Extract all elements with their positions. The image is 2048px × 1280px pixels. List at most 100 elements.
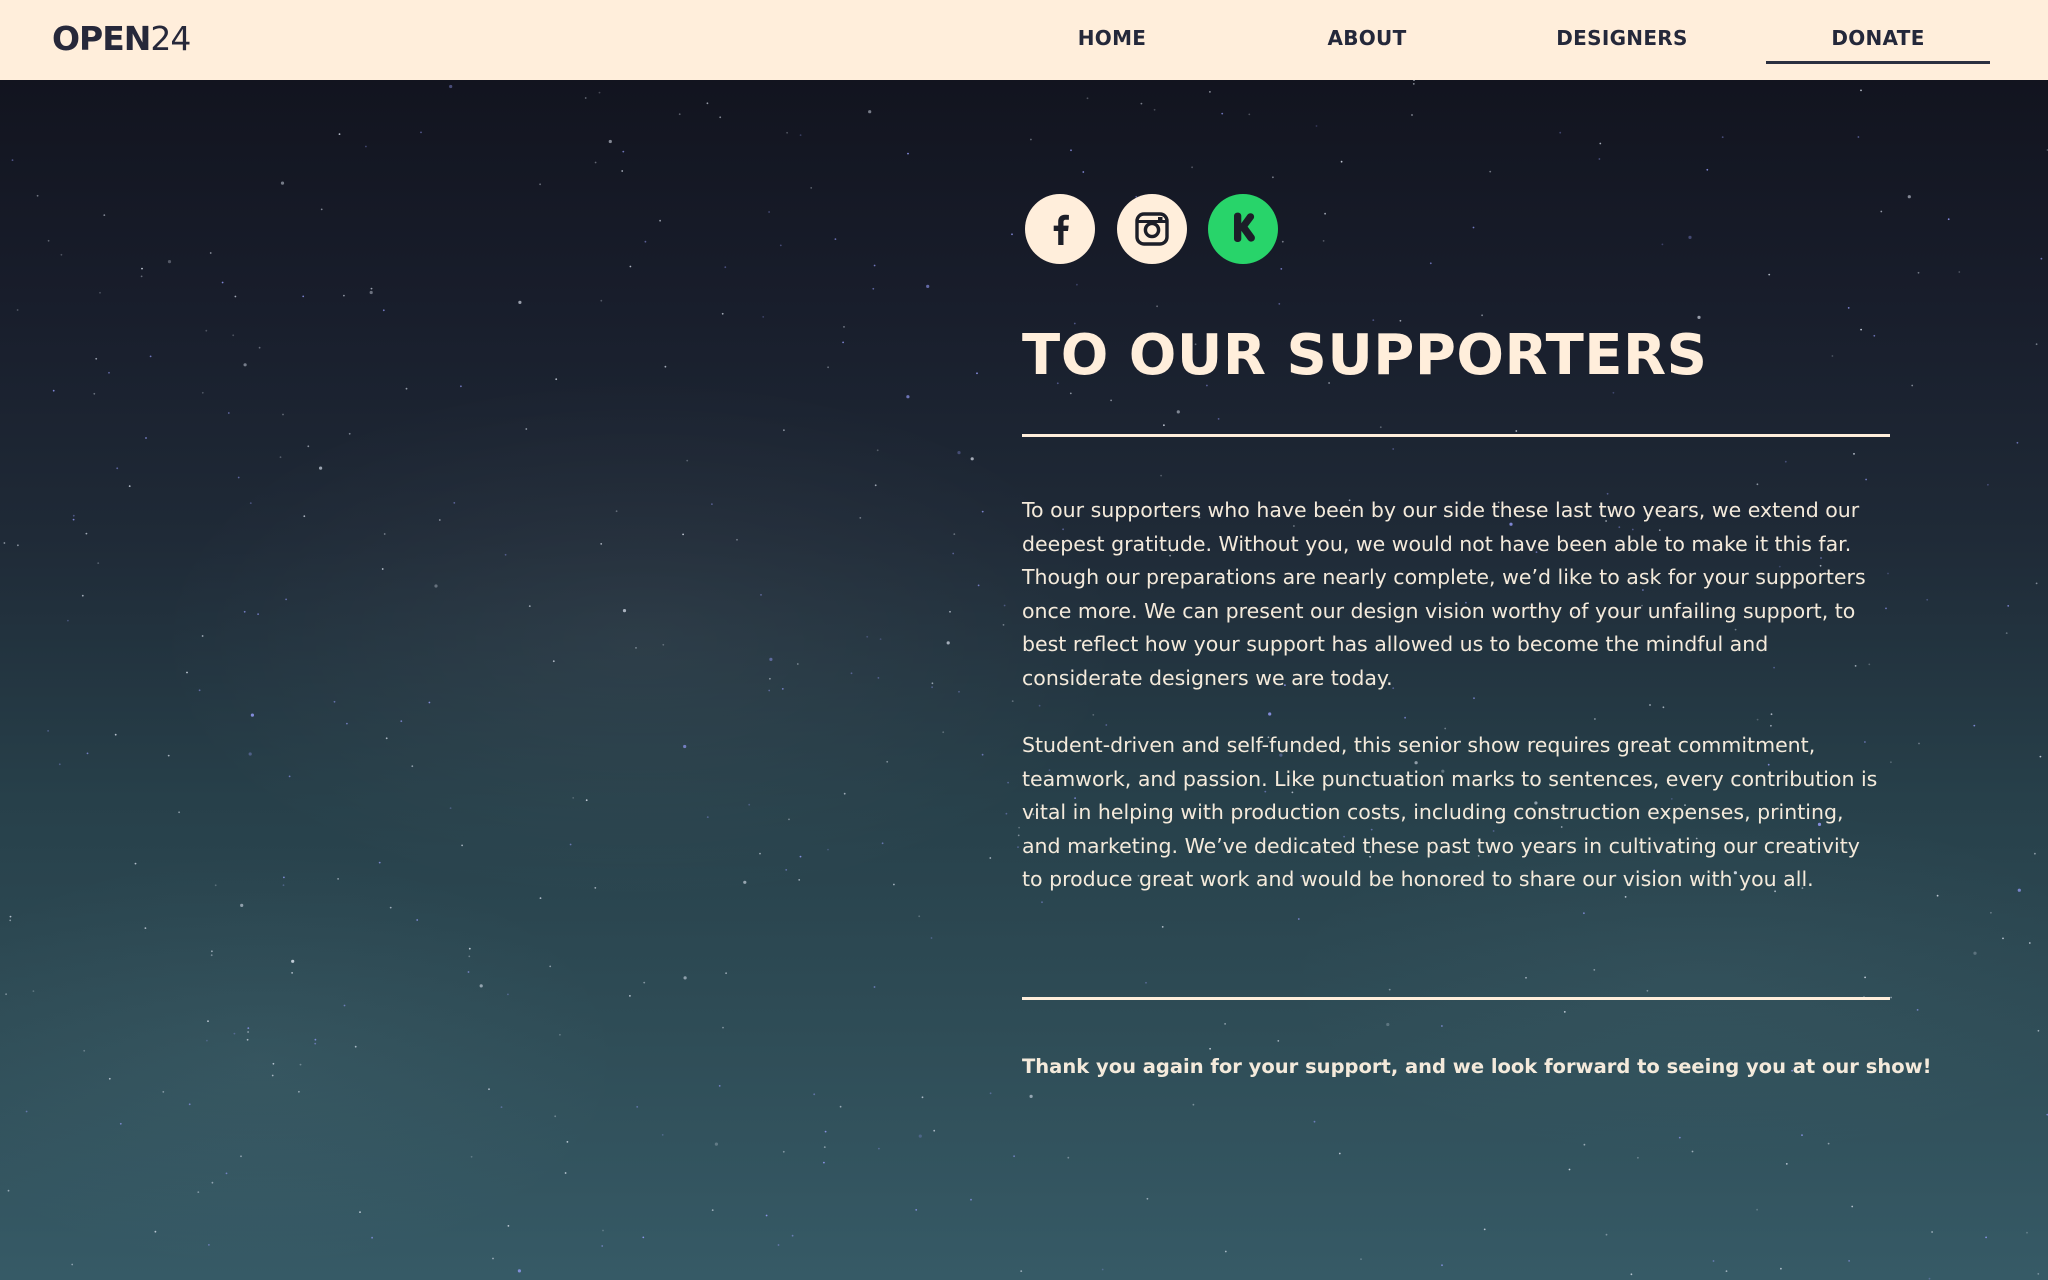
star [52, 389, 55, 392]
star [877, 677, 880, 679]
star [1918, 742, 1920, 745]
star [206, 1039, 208, 1042]
star [572, 797, 575, 799]
star [198, 689, 201, 692]
star [682, 533, 684, 536]
star [338, 133, 341, 135]
star [915, 1209, 918, 1211]
star [918, 915, 921, 918]
star [622, 150, 625, 153]
nav-designers[interactable]: DESIGNERS [1510, 0, 1734, 66]
star [1926, 598, 1929, 601]
star [839, 1105, 842, 1108]
star [1007, 781, 1009, 784]
star [981, 753, 984, 756]
star [721, 312, 724, 315]
star [140, 275, 143, 278]
star [643, 981, 646, 984]
star [843, 326, 845, 328]
star [918, 1134, 922, 1138]
star [949, 610, 951, 613]
facebook-link[interactable] [1025, 194, 1095, 264]
star [635, 647, 637, 649]
instagram-link[interactable] [1117, 194, 1187, 264]
star [1990, 911, 1992, 914]
star [933, 1129, 936, 1132]
star [1987, 483, 1989, 486]
star [359, 1211, 361, 1213]
star [1985, 1236, 1987, 1239]
star [664, 365, 667, 368]
star [686, 459, 689, 462]
star [768, 211, 770, 213]
star [282, 884, 285, 887]
star [823, 1146, 826, 1148]
star [759, 852, 761, 855]
star [594, 887, 597, 889]
star [1018, 826, 1020, 829]
star [876, 449, 879, 452]
bottom-divider [1022, 997, 1890, 1000]
star [416, 919, 419, 921]
star [930, 937, 933, 939]
star [552, 660, 555, 663]
star [178, 811, 181, 814]
star [314, 1038, 317, 1041]
star [2034, 852, 2036, 855]
star [282, 413, 284, 416]
star [438, 519, 441, 521]
star [2039, 755, 2042, 758]
star [874, 484, 877, 487]
star [5, 993, 7, 996]
star [507, 993, 509, 996]
star [823, 1161, 825, 1164]
star [389, 906, 392, 909]
nav-about[interactable]: ABOUT [1255, 0, 1479, 66]
star [827, 366, 829, 369]
star [453, 502, 456, 504]
star [642, 1236, 645, 1239]
star [411, 765, 414, 768]
star [319, 466, 323, 470]
star [145, 437, 147, 439]
nav-donate[interactable]: DONATE [1766, 0, 1990, 66]
star [280, 181, 285, 185]
star [134, 862, 137, 865]
star [931, 682, 934, 685]
star [258, 346, 261, 349]
star [257, 613, 259, 615]
star [314, 1042, 317, 1045]
kickstarter-link[interactable] [1208, 194, 1278, 264]
star [629, 995, 631, 997]
star [470, 1155, 473, 1158]
star [247, 1031, 250, 1033]
star [504, 553, 507, 556]
star [683, 976, 687, 980]
star [1936, 894, 1939, 897]
star [232, 334, 235, 337]
open24-logo[interactable]: OPEN24 [52, 19, 191, 59]
star [468, 955, 471, 958]
star [886, 760, 889, 763]
top-navigation-bar: OPEN24 HOME ABOUT DESIGNERS DONATE [0, 0, 2048, 80]
star [1002, 624, 1005, 626]
star [843, 792, 846, 795]
star [786, 131, 788, 134]
star [782, 1150, 785, 1153]
star [72, 514, 75, 517]
star [555, 378, 558, 381]
page-title: TO OUR SUPPORTERS [1022, 323, 1708, 388]
star [989, 857, 992, 859]
star [779, 244, 782, 247]
star [585, 799, 588, 802]
star [539, 897, 542, 899]
nav-home[interactable]: HOME [1000, 0, 1224, 66]
star [796, 663, 799, 665]
star [872, 287, 875, 290]
star [225, 1172, 228, 1175]
star [711, 1209, 714, 1211]
star [1917, 271, 1920, 274]
star [108, 1077, 111, 1080]
star [233, 1032, 236, 1035]
star [201, 635, 204, 637]
